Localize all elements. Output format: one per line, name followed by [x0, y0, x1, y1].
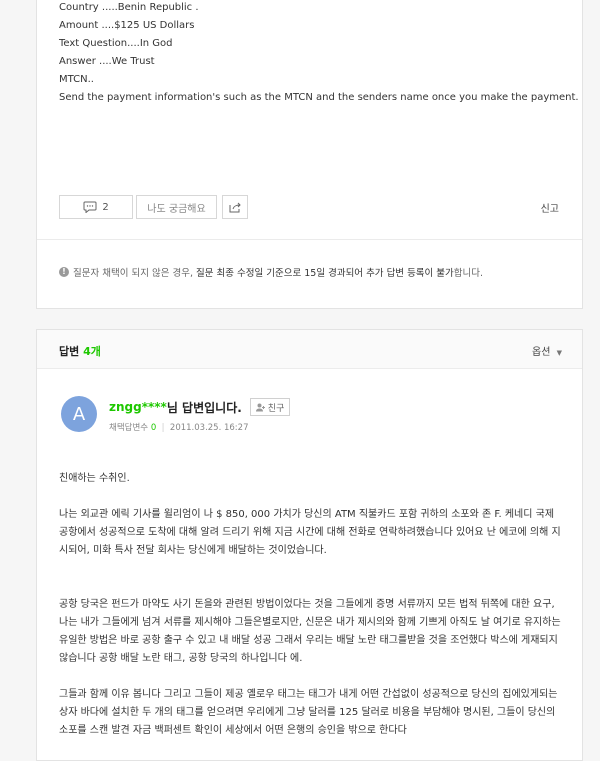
- question-card: Country .....Benin Republic . Amount ...…: [36, 0, 583, 309]
- add-friend-button[interactable]: 친구: [249, 398, 291, 416]
- answers-card: 답변 4개 옵션 ▼ A zngg**** 님 답변입니다. 친구 채택답변수 …: [36, 329, 583, 761]
- answer-limit-notice: ! 질문자 채택이 되지 않은 경우, 질문 최종 수정일 기준으로 15일 경…: [59, 265, 483, 279]
- options-dropdown[interactable]: 옵션 ▼: [532, 343, 562, 358]
- caret-down-icon: ▼: [556, 349, 562, 357]
- add-friend-icon: [255, 403, 265, 411]
- answer-body: 친애하는 수취인. 나는 외교관 에릭 기사를 윌리엄이 나 $ 850, 00…: [59, 470, 564, 740]
- avatar[interactable]: A: [61, 396, 97, 432]
- answers-title: 답변 4개: [59, 343, 101, 359]
- divider: [37, 239, 582, 240]
- answers-header: 답변 4개 옵션 ▼: [37, 330, 582, 369]
- curious-button[interactable]: 나도 궁금해요: [136, 195, 217, 219]
- report-link[interactable]: 신고: [541, 200, 559, 215]
- avatar-letter: A: [72, 403, 86, 425]
- answer-paragraph: 공항 당국은 펀드가 마약도 사기 돈을와 관련된 방법이었다는 것을 그들에게…: [59, 599, 561, 664]
- adopted-label: 채택답변수: [109, 423, 149, 433]
- answer-paragraph: 그들과 함께 이유 봅니다 그리고 그들이 제공 옐로우 태그는 태그가 내게 …: [59, 689, 558, 736]
- question-line: Amount ....$125 US Dollars: [59, 20, 195, 31]
- share-icon: [229, 202, 241, 213]
- share-button[interactable]: [222, 195, 248, 219]
- answers-count: 4개: [83, 345, 101, 358]
- answer-meta: 채택답변수 0 | 2011.03.25. 16:27: [109, 423, 249, 433]
- question-line: Send the payment information's such as t…: [59, 92, 579, 103]
- question-body: Country .....Benin Republic . Amount ...…: [59, 0, 579, 107]
- answers-title-label: 답변: [59, 345, 80, 358]
- question-line: MTCN..: [59, 74, 94, 85]
- comment-button[interactable]: 2: [59, 195, 133, 219]
- answer-author-line: zngg**** 님 답변입니다. 친구: [109, 398, 291, 416]
- options-label: 옵션: [532, 347, 551, 358]
- info-icon: !: [59, 267, 69, 277]
- adopted-count: 0: [150, 423, 157, 433]
- author-suffix: 님 답변입니다.: [166, 400, 242, 415]
- notice-bold: 질문 최종 수정일 기준으로 15일 경과되어 추가 답변 등록이 불가: [196, 268, 454, 279]
- question-actions: 2 나도 궁금해요 신고: [59, 195, 559, 221]
- question-line: Answer ....We Trust: [59, 56, 155, 67]
- author-name[interactable]: zngg****: [109, 400, 167, 414]
- comment-count: 2: [102, 201, 109, 213]
- answer-paragraph: 나는 외교관 에릭 기사를 윌리엄이 나 $ 850, 000 가치가 당신의 …: [59, 509, 561, 556]
- question-line: Country .....Benin Republic .: [59, 2, 199, 13]
- question-line: Text Question....In God: [59, 38, 173, 49]
- friend-label: 친구: [267, 403, 285, 414]
- speech-bubble-icon: [83, 201, 97, 213]
- answer-paragraph: 친애하는 수취인.: [59, 473, 130, 484]
- answer-date: 2011.03.25. 16:27: [169, 423, 249, 433]
- notice-prefix: 질문자 채택이 되지 않은 경우,: [73, 268, 193, 279]
- notice-suffix: 합니다.: [453, 268, 484, 279]
